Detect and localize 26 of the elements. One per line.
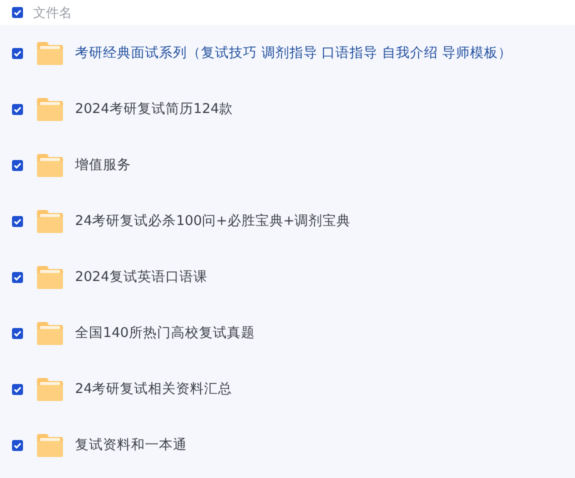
file-name[interactable]: 24考研复试必杀100问+必胜宝典+调剂宝典 [75, 212, 351, 230]
column-header: 文件名 [33, 4, 72, 22]
checkbox[interactable] [12, 160, 23, 170]
checkbox[interactable] [12, 216, 23, 226]
folder-icon [36, 151, 64, 179]
file-name[interactable]: 2024考研复试简历124款 [75, 100, 234, 118]
folder-icon [36, 39, 64, 67]
checkbox[interactable] [12, 384, 23, 394]
folder-icon [36, 95, 64, 123]
file-name[interactable]: 复试资料和一本通 [75, 436, 187, 454]
file-name[interactable]: 2024复试英语口语课 [75, 268, 208, 286]
checkbox[interactable] [12, 7, 23, 18]
checkbox[interactable] [12, 440, 23, 450]
folder-icon [36, 431, 64, 459]
checkbox[interactable] [12, 328, 23, 338]
folder-icon [36, 375, 64, 403]
folder-icon [36, 319, 64, 347]
file-name[interactable]: 考研经典面试系列（复试技巧 调剂指导 口语指导 自我介绍 导师模板） [75, 44, 512, 62]
checkbox[interactable] [12, 104, 23, 114]
file-name[interactable]: 24考研复试相关资料汇总 [75, 380, 232, 398]
checkbox[interactable] [12, 272, 23, 282]
checkbox[interactable] [12, 48, 23, 58]
folder-icon [36, 207, 64, 235]
folder-icon [36, 263, 64, 291]
file-name[interactable]: 全国140所热门高校复试真题 [75, 324, 255, 342]
file-name[interactable]: 增值服务 [75, 156, 131, 174]
